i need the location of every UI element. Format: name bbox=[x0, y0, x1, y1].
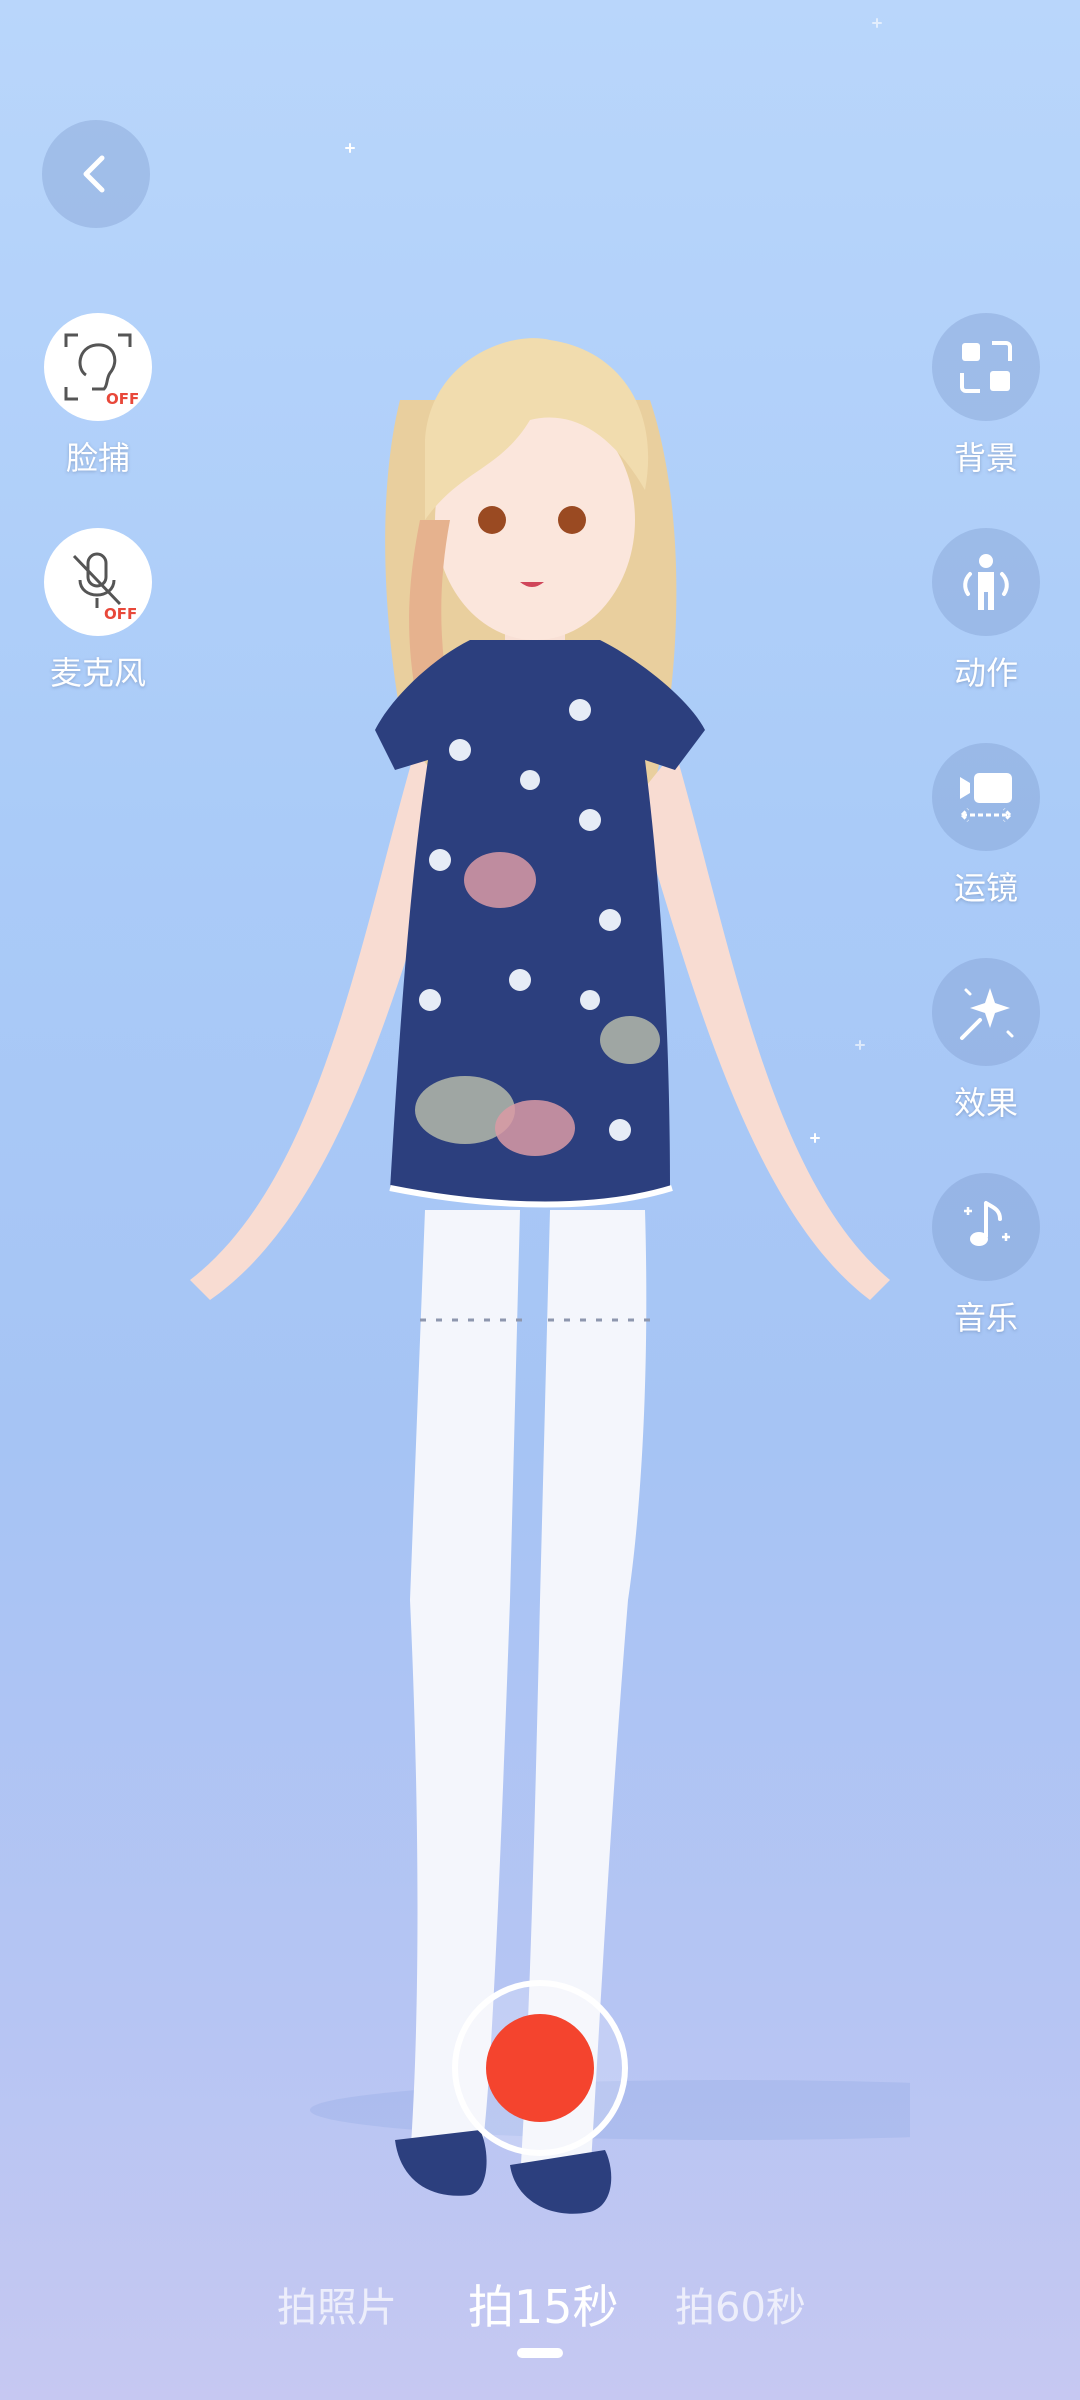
mode-60s[interactable]: 拍60秒 bbox=[675, 2275, 806, 2333]
svg-text:OFF: OFF bbox=[106, 390, 138, 407]
camera-movement-button[interactable]: 运镜 bbox=[926, 743, 1046, 909]
sparkle-decoration bbox=[345, 143, 355, 153]
music-button[interactable]: 音乐 bbox=[926, 1173, 1046, 1339]
microphone-button[interactable]: OFF 麦克风 bbox=[38, 528, 158, 694]
effect-button[interactable]: 效果 bbox=[926, 958, 1046, 1124]
microphone-label: 麦克风 bbox=[49, 654, 146, 692]
mode-15s[interactable]: 拍15秒 bbox=[468, 2271, 619, 2337]
mode-photo[interactable]: 拍照片 bbox=[277, 2275, 397, 2333]
music-label: 音乐 bbox=[953, 1299, 1018, 1337]
background-button[interactable]: 背景 bbox=[926, 313, 1046, 479]
face-capture-off-icon: OFF bbox=[64, 333, 138, 407]
face-capture-label: 脸捕 bbox=[65, 439, 130, 477]
chevron-left-icon bbox=[83, 155, 105, 193]
person-action-icon bbox=[963, 554, 1009, 610]
camera-movement-label: 运镜 bbox=[953, 869, 1018, 907]
sparkle-decoration bbox=[872, 18, 882, 28]
active-mode-indicator bbox=[517, 2348, 563, 2358]
microphone-off-icon: OFF bbox=[72, 552, 137, 622]
avatar-character bbox=[190, 338, 910, 2214]
record-dot bbox=[486, 2014, 594, 2122]
background-label: 背景 bbox=[953, 439, 1018, 477]
background-grid-icon bbox=[960, 341, 1012, 393]
action-label: 动作 bbox=[953, 654, 1018, 692]
camera-movement-icon bbox=[960, 773, 1012, 823]
back-button[interactable] bbox=[42, 120, 150, 228]
svg-text:OFF: OFF bbox=[104, 605, 137, 622]
record-button[interactable] bbox=[452, 1980, 628, 2156]
action-button[interactable]: 动作 bbox=[926, 528, 1046, 694]
capture-mode-bar: 拍照片 拍15秒 拍60秒 bbox=[0, 2275, 1080, 2345]
effect-label: 效果 bbox=[953, 1084, 1018, 1122]
music-note-icon bbox=[964, 1201, 1010, 1246]
face-capture-button[interactable]: OFF 脸捕 bbox=[38, 313, 158, 479]
sparkle-effect-icon bbox=[960, 988, 1014, 1040]
